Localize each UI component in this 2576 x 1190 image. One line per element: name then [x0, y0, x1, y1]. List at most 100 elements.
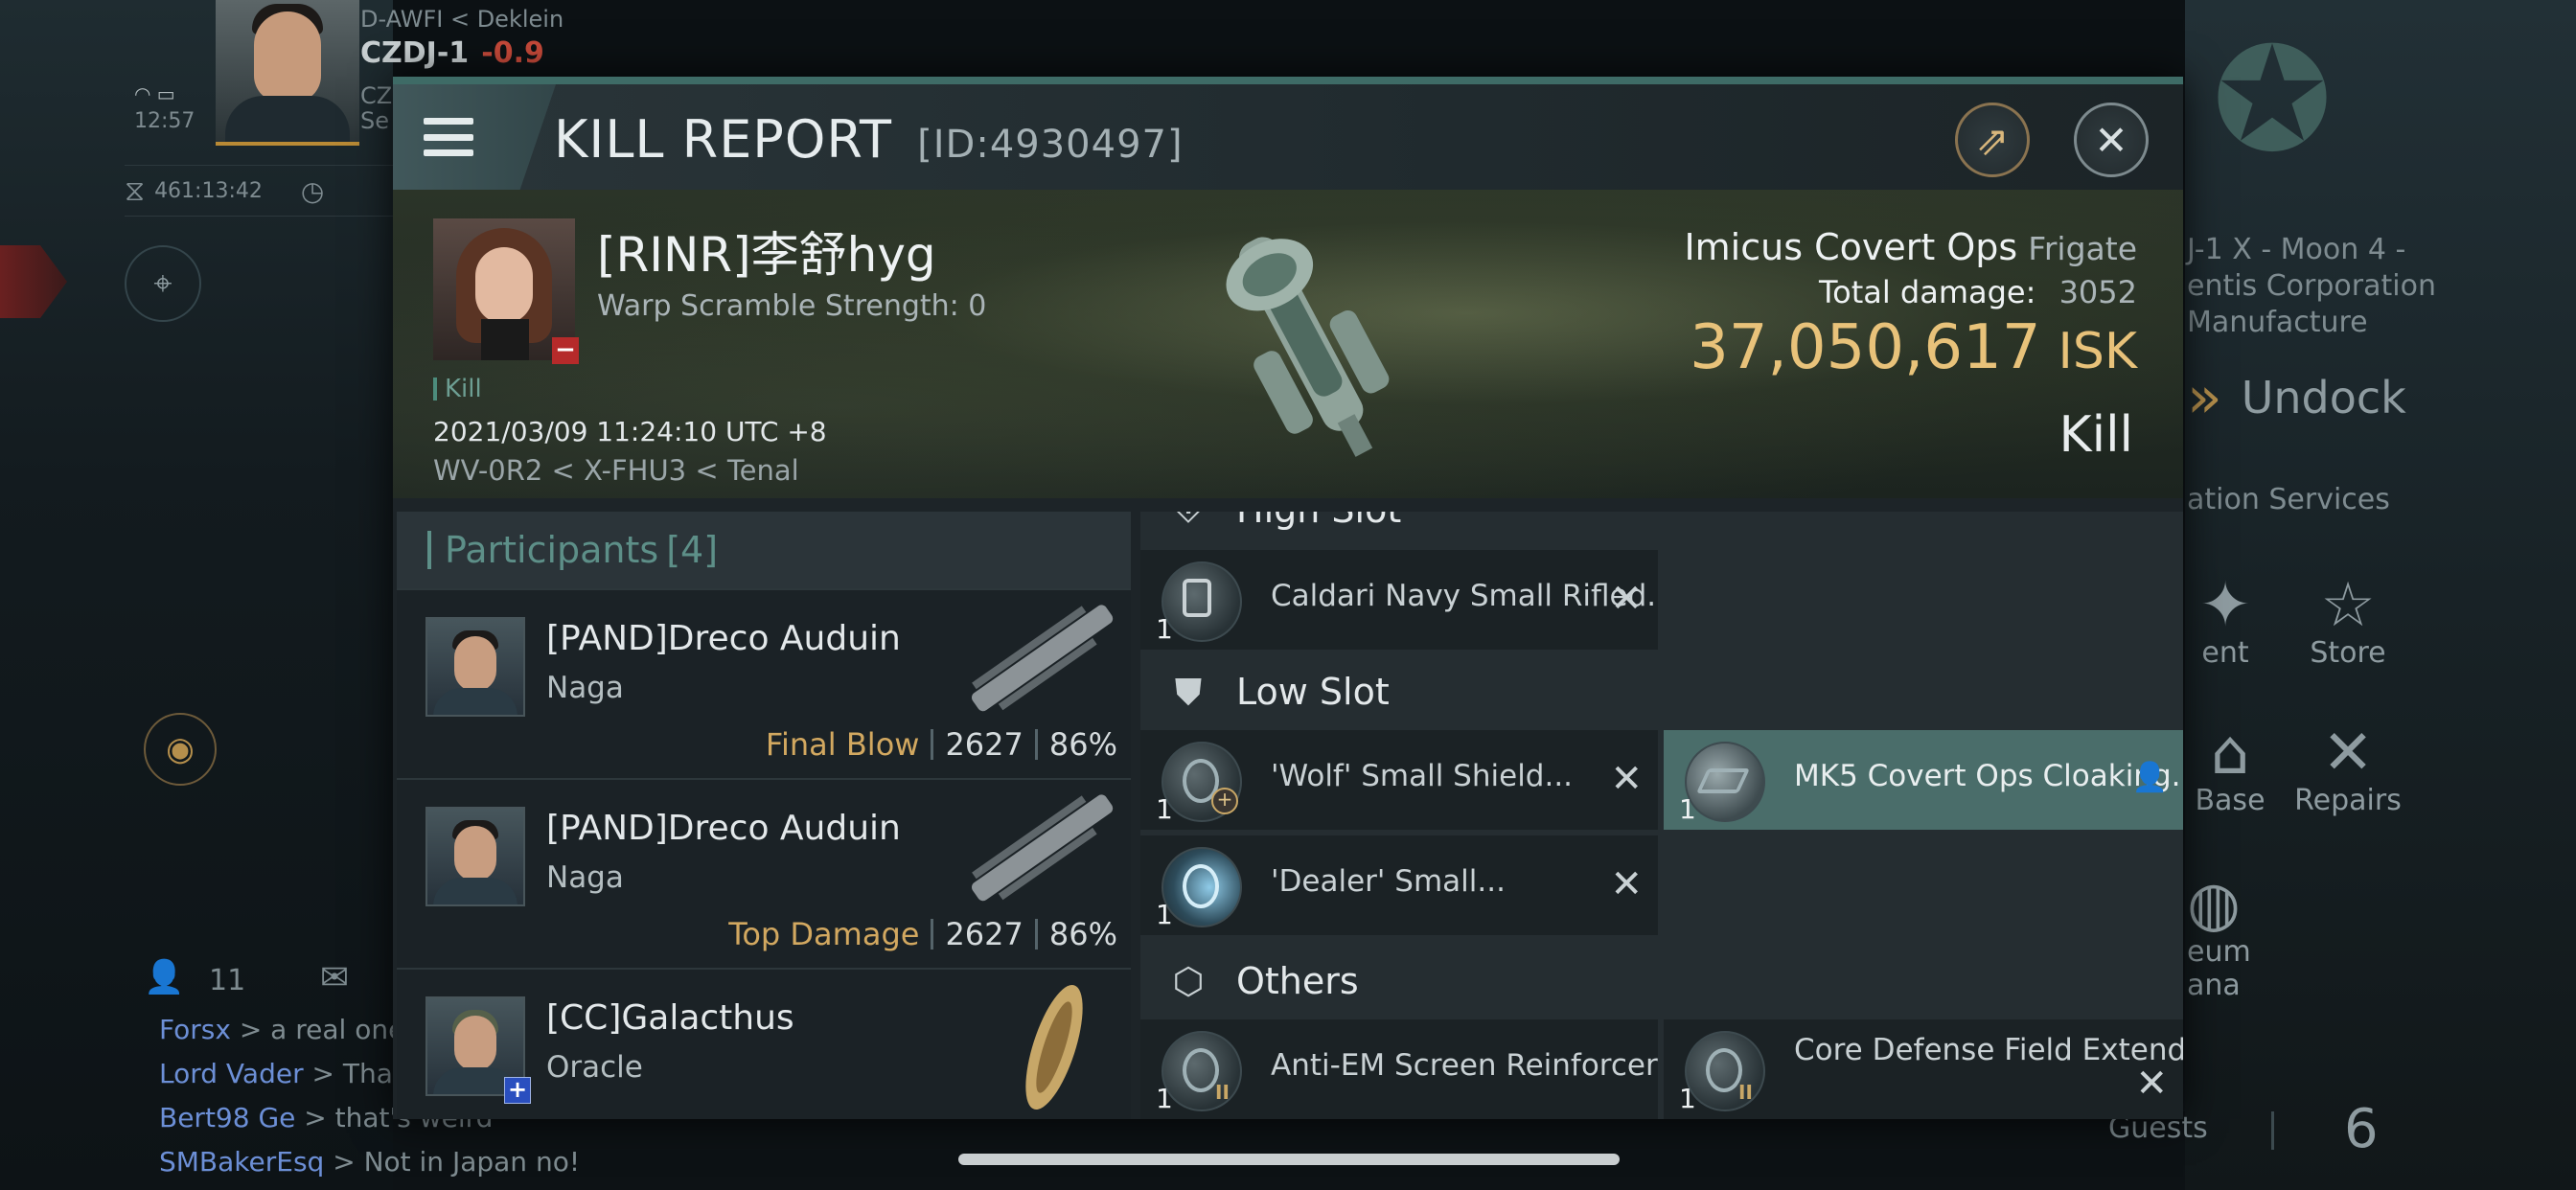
menu-button[interactable] — [393, 84, 556, 190]
nes-store-icon: ☆ — [2320, 570, 2376, 641]
participants-panel: Participants [4] [PAND]Dreco Auduin Naga… — [397, 512, 1131, 1119]
high-slot-header: ⛨ High Slot — [1140, 512, 2183, 548]
undock-chevron-icon: » — [2187, 364, 2222, 431]
system-name: CZDJ-1 — [360, 36, 470, 70]
target-circle-icon[interactable]: ◉ — [144, 713, 217, 786]
skill-timer: 461:13:42 — [154, 178, 263, 203]
participants-header: Participants [4] — [397, 512, 1131, 588]
clock-time: 12:57 — [134, 109, 196, 133]
module-tile[interactable]: + 1 'Wolf' Small Shield... ✕ — [1140, 730, 1658, 830]
wifi-battery-icon: ◠ ▭ — [134, 82, 175, 105]
module-qty: 1 — [1156, 613, 1173, 645]
friendly-plus-icon: + — [504, 1077, 531, 1104]
module-qty: 1 — [1679, 1083, 1696, 1114]
rig-icon — [1685, 1031, 1765, 1111]
guests-count: 6 — [2344, 1098, 2379, 1160]
hamburger-icon — [424, 118, 473, 156]
naga-ship-icon — [971, 794, 1114, 902]
external-link-icon: ⇗ — [1975, 116, 2010, 164]
participant-ship: Naga — [546, 671, 624, 705]
rig-icon — [1162, 1031, 1242, 1111]
naga-ship-icon — [971, 605, 1114, 712]
base-icon: ⌂ — [2210, 718, 2250, 789]
module-name: 'Dealer' Small... — [1271, 864, 1506, 899]
participant-row[interactable]: + [CC]Galacthus Oracle — [397, 968, 1131, 1119]
module-tile[interactable]: 1 'Dealer' Small... ✕ — [1140, 835, 1658, 935]
kill-report-dialog: KILL REPORT [ID:4930497] ⇗ ✕ − [RINR]李舒h… — [393, 77, 2183, 1119]
participant-ship: Naga — [546, 860, 624, 895]
chat-line[interactable]: SMBakerEsq > Not in Japan no! — [159, 1146, 580, 1178]
participant-row[interactable]: [PAND]Dreco Auduin Naga Top Damage 2627 86… — [397, 778, 1131, 968]
module-name: Core Defense Field Extende... — [1794, 1033, 2183, 1067]
kill-result: Kill — [2058, 406, 2133, 464]
module-name: 'Wolf' Small Shield... — [1271, 759, 1574, 793]
participant-stats: Top Damage 2627 86% — [728, 916, 1117, 952]
participant-name: [CC]Galacthus — [546, 998, 794, 1038]
high-slot-icon: ⛨ — [1163, 512, 1213, 535]
faction-star-emblem: ✪ — [2212, 17, 2333, 184]
low-slot-icon: ⛊ — [1174, 670, 1203, 713]
undock-button[interactable]: » Undock — [2187, 364, 2406, 431]
total-damage-label: Total damage: — [1819, 274, 2036, 310]
kill-tag: Kill — [433, 377, 482, 401]
location-pin-icon[interactable]: ⌖ — [125, 245, 201, 322]
module-qty: 1 — [1679, 793, 1696, 825]
destroyed-x-icon: ✕ — [1610, 577, 1643, 621]
participant-damage: 2627 — [945, 726, 1024, 763]
low-slot-title: Low Slot — [1236, 671, 1390, 713]
participant-stats: Final Blow 2627 86% — [766, 726, 1117, 763]
victim-name[interactable]: [RINR]李舒hyg — [597, 217, 936, 286]
participant-row[interactable]: [PAND]Dreco Auduin Naga Final Blow 2627 86… — [397, 588, 1131, 778]
ship-render-icon[interactable] — [1188, 199, 1418, 477]
station-location[interactable]: J-1 X - Moon 4 - entis Corporation Manuf… — [2187, 232, 2436, 341]
module-tile[interactable]: II 1 Anti-EM Screen Reinforcer II — [1140, 1019, 1658, 1119]
hostile-minus-icon: − — [552, 337, 579, 364]
home-indicator[interactable] — [958, 1154, 1620, 1165]
high-slot-title: High Slot — [1236, 512, 1401, 531]
share-button[interactable]: ⇗ — [1955, 103, 2030, 177]
chat-line[interactable]: Forsx > a real one — [159, 1014, 404, 1045]
participant-percent: 86% — [1048, 916, 1117, 952]
module-tile[interactable]: 1 Caldari Navy Small Rifled... ✕ — [1140, 550, 1658, 650]
pilot-avatar[interactable] — [216, 0, 359, 146]
members-icon[interactable]: 👤 — [144, 958, 184, 996]
tech2-badge-icon: II — [1738, 1081, 1753, 1104]
cloaking-device-icon — [1685, 742, 1765, 822]
station-store-button[interactable]: ☆ Store — [2300, 575, 2396, 670]
others-title: Others — [1236, 960, 1359, 1002]
module-name: MK5 Covert Ops Cloaking... — [1794, 759, 2183, 793]
cargo-box-icon: ⬡ — [1172, 960, 1205, 1002]
skill-queue-bar[interactable]: ⧖ 461:13:42 ◷ — [125, 165, 393, 217]
fitting-panel: ⛨ High Slot 1 Caldari Navy Small Rifled.… — [1140, 512, 2183, 1119]
dna-icon: ⧖ — [125, 173, 146, 208]
close-icon: ✕ — [2094, 116, 2128, 164]
station-base-button[interactable]: ⌂ Base — [2187, 722, 2273, 817]
station-museum-button[interactable]: ◍ eum ana — [2187, 874, 2264, 1002]
participant-name: [PAND]Dreco Auduin — [546, 619, 901, 658]
kill-id: [ID:4930497] — [917, 123, 1184, 167]
destroyed-x-icon: ✕ — [2135, 1062, 2168, 1106]
museum-icon: ◍ — [2187, 869, 2241, 940]
services-label: ation Services — [2187, 483, 2390, 516]
close-button[interactable]: ✕ — [2074, 103, 2149, 177]
station-repairs-button[interactable]: ✕ Repairs — [2290, 722, 2405, 817]
station-menu-item[interactable]: ✦ ent — [2187, 575, 2264, 670]
ship-name: Imicus Covert Ops — [1684, 226, 2018, 268]
participant-portrait — [426, 617, 525, 717]
participant-portrait — [426, 807, 525, 906]
module-name: Anti-EM Screen Reinforcer II — [1271, 1048, 1658, 1083]
destroyed-x-icon: ✕ — [1610, 757, 1643, 801]
mail-icon[interactable]: ✉ — [320, 958, 349, 997]
others-header: ⬡ Others — [1140, 943, 2183, 1019]
chat-line[interactable]: Lord Vader > That — [159, 1058, 403, 1089]
oracle-ship-icon — [1025, 984, 1083, 1110]
plus-icon: + — [1211, 788, 1238, 814]
module-tile-selected[interactable]: 1 MK5 Covert Ops Cloaking... 👤 — [1664, 730, 2183, 830]
security-status: -0.9 — [481, 36, 544, 70]
skill-icon: ◷ — [300, 174, 325, 207]
ship-name-line[interactable]: Imicus Covert Ops Frigate — [1684, 226, 2137, 268]
module-tile[interactable]: II 1 Core Defense Field Extende... ✕ — [1664, 1019, 2183, 1119]
turret-icon — [1162, 561, 1242, 642]
system-name-row[interactable]: CZDJ-1 -0.9 — [360, 36, 544, 70]
kill-location[interactable]: WV-0R2 < X-FHU3 < Tenal — [433, 454, 799, 487]
